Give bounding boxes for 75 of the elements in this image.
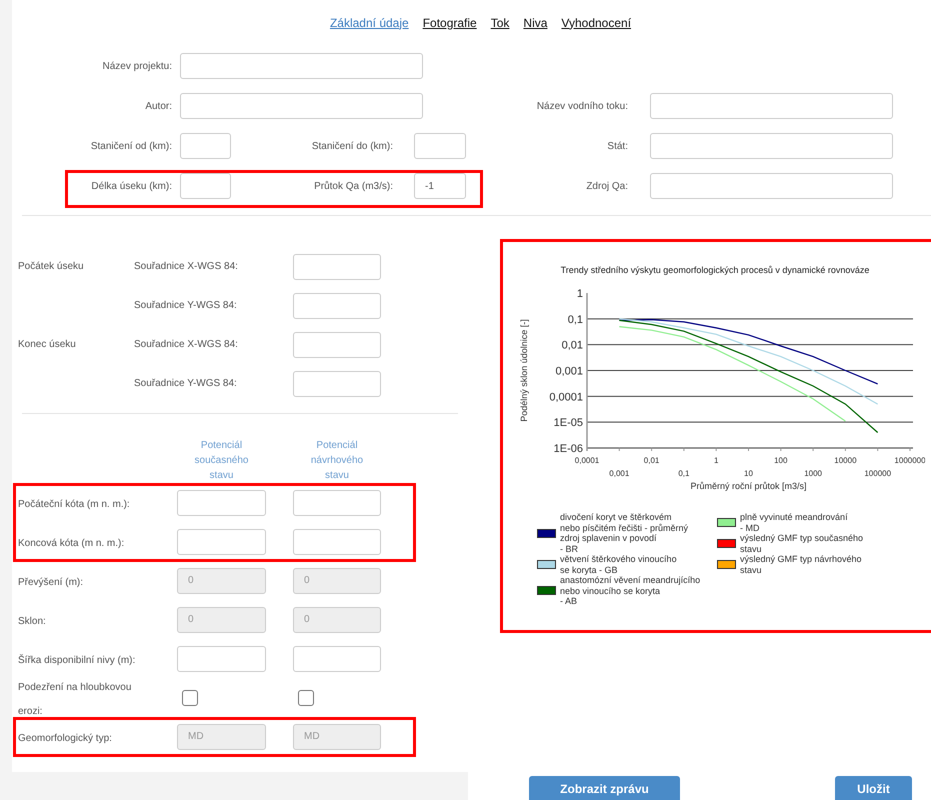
axis-title: Průměrný roční průtok [m3/s] (690, 481, 807, 491)
field-label: Počáteční kóta (m n. m.): (18, 498, 130, 510)
field-label: Souřadnice X-WGS 84: (134, 261, 238, 272)
field-label: Převýšení (m): (18, 576, 84, 588)
tab-link[interactable]: Vyhodnocení (561, 14, 632, 32)
axis-label: 10000 (834, 456, 857, 465)
input-field[interactable] (293, 490, 381, 516)
axis-label: 0,001 (609, 469, 630, 478)
axis-label: 100000 (864, 469, 892, 478)
input-field[interactable] (650, 93, 893, 119)
field-label: Staničení od (km): (90, 140, 173, 154)
field-label: Zdroj Qa: (585, 180, 629, 194)
field-label: Délka úseku (km): (90, 180, 173, 194)
tab-link[interactable]: Tok (490, 14, 510, 32)
axis-label: 1E-06 (554, 443, 583, 455)
input-field[interactable] (293, 292, 381, 318)
field-label: Souřadnice Y-WGS 84: (134, 300, 237, 311)
field-label: Geomorfologický typ: (18, 732, 112, 744)
checkbox[interactable] (298, 690, 314, 706)
field-label: Název projektu: (102, 60, 173, 74)
axis-label: 0,001 (555, 366, 583, 378)
field-label: Souřadnice Y-WGS 84: (134, 378, 237, 389)
field-label: Šířka disponibilní nivy (m): (18, 654, 136, 666)
group-label: Počátek úseku (18, 261, 84, 272)
field-label: Souřadnice X-WGS 84: (134, 339, 238, 350)
chart-title: Trendy středního výskytu geomorfologických procesů v dynamické rovnováze (560, 264, 870, 276)
legend-label: výsledný GMF typ návrhového stavu (740, 554, 862, 575)
axis-label: 0,1 (568, 314, 583, 326)
input-field[interactable] (293, 528, 381, 554)
input-field[interactable] (293, 332, 381, 358)
input-field[interactable] (177, 646, 266, 672)
tab-link[interactable]: Niva (523, 14, 548, 32)
input-field[interactable] (293, 370, 381, 396)
input-field[interactable] (177, 528, 266, 554)
field-label: Sklon: (18, 616, 46, 626)
field-label: Název vodního toku: (536, 100, 629, 114)
field-label: Průtok Qa (m3/s): (313, 180, 394, 194)
field-label: Stát: (606, 140, 629, 154)
field-label: Podezření na hloubkovou erozi: (18, 682, 132, 716)
axis-label: 0,1 (678, 469, 690, 478)
axis-label: 0,01 (644, 456, 660, 465)
column-header: Potenciál návrhového stavu (310, 439, 364, 483)
input-field[interactable] (650, 133, 893, 159)
axis-label: 1 (714, 456, 718, 465)
column-header: Potenciál současného stavu (194, 439, 250, 483)
tab-link[interactable]: Fotografie (422, 14, 477, 32)
input-field[interactable] (293, 254, 381, 280)
action-button[interactable]: Zobrazit zprávu (529, 776, 680, 800)
input-field[interactable] (414, 133, 466, 159)
axis-label: 10 (744, 469, 753, 478)
axis-label: 0,0001 (549, 391, 583, 404)
group-label: Konec úseku (18, 339, 76, 350)
axis-label: 0,01 (562, 340, 583, 352)
input-field[interactable] (180, 173, 231, 199)
axis-label: 1000000 (894, 456, 925, 465)
axis-label: 100 (774, 456, 788, 465)
input-field[interactable] (180, 133, 231, 159)
axis-label: 1000 (804, 469, 822, 478)
axis-label: 0,0001 (574, 456, 600, 465)
input-field[interactable] (650, 173, 893, 199)
input-field[interactable] (180, 93, 423, 119)
legend-label: anastomózní věvení meandrujícího nebo vinoucího se koryta - AB (560, 575, 700, 606)
input-field[interactable] (177, 490, 266, 516)
input-field[interactable]: -1 (414, 173, 466, 199)
input-field[interactable] (293, 646, 381, 672)
input-field[interactable] (180, 53, 423, 79)
axis-label: 1 (576, 288, 583, 300)
axis-title: Podélný sklon údolnice [-] (519, 319, 529, 422)
field-label: Koncová kóta (m n. m.): (18, 538, 124, 548)
action-button[interactable]: Uložit (835, 776, 912, 800)
tab-link[interactable]: Základní údaje (330, 14, 409, 32)
checkbox[interactable] (182, 690, 198, 706)
axis-label: 1E-05 (554, 417, 583, 430)
field-label: Autor: (144, 100, 173, 114)
field-label: Staničení do (km): (310, 140, 394, 154)
